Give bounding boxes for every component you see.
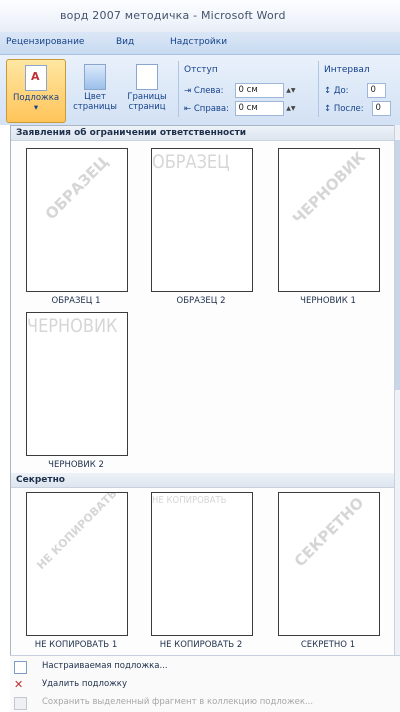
indent-group-title: Отступ	[184, 65, 218, 75]
watermark-caption: ЧЕРНОВИК 1	[300, 296, 356, 306]
spacing-after-icon: ↕	[324, 104, 332, 114]
custom-watermark-label: Настраиваемая подложка...	[42, 661, 168, 671]
watermark-text: ЧЕРНОВИК	[27, 315, 118, 337]
ribbon-separator	[178, 61, 179, 117]
spacing-group-title: Интервал	[324, 65, 370, 75]
remove-watermark-label: Удалить подложку	[42, 679, 127, 689]
indent-right-icon: ⇤	[184, 104, 192, 114]
spacing-after-input[interactable]: 0 пт	[371, 101, 391, 116]
section-heading-confidential: Секретно	[11, 473, 395, 488]
custom-watermark-item[interactable]: Настраиваемая подложка...	[10, 658, 400, 675]
page-color-label-2: страницы	[73, 102, 117, 112]
watermark-text: ОБРАЗЕЦ	[41, 152, 113, 224]
watermark-text: НЕ КОПИРОВАТЬ	[34, 492, 120, 573]
page-thumbnail: ЧЕРНОВИК	[278, 148, 380, 292]
dropdown-arrow-icon: ▾	[33, 103, 39, 113]
page-borders-icon	[136, 64, 158, 90]
watermark-label: Подложка	[12, 93, 60, 103]
indent-left-icon: ⇥	[184, 86, 192, 96]
page-color-icon	[84, 64, 106, 90]
watermark-icon: A	[25, 65, 47, 91]
watermark-text: ОБРАЗЕЦ	[152, 151, 230, 173]
indent-right-input[interactable]: 0 см	[234, 101, 284, 116]
scrollbar-thumb[interactable]	[395, 140, 400, 390]
indent-left-label: Слева:	[193, 86, 224, 96]
ribbon: A Подложка ▾ Цвет страницы Границы стран…	[0, 55, 400, 126]
tab-addins[interactable]: Надстройки	[170, 37, 227, 47]
watermark-text: НЕ КОПИРОВАТЬ	[152, 495, 227, 506]
ribbon-separator	[318, 61, 319, 117]
remove-watermark-item[interactable]: ✕ Удалить подложку	[10, 676, 400, 693]
remove-watermark-icon: ✕	[14, 678, 24, 691]
title-bar: ворд 2007 методичка - Microsoft Word	[0, 0, 400, 32]
save-selection-item: Сохранить выделенный фрагмент в коллекци…	[10, 694, 400, 711]
page-thumbnail: СЕКРЕТНО	[278, 492, 380, 636]
watermark-gallery: Заявления об ограничении ответственности…	[10, 125, 396, 657]
custom-watermark-icon	[14, 661, 27, 674]
spacing-before-icon: ↕	[324, 86, 332, 96]
spinner-icon[interactable]: ▲▼	[286, 105, 295, 112]
spinner-icon[interactable]: ▲▼	[286, 87, 295, 94]
spacing-before-row: ↕ До: 0 пт	[324, 83, 386, 98]
tab-view[interactable]: Вид	[116, 37, 134, 47]
watermark-button[interactable]: A Подложка ▾	[6, 59, 66, 123]
page-thumbnail: НЕ КОПИРОВАТЬ	[151, 492, 253, 636]
indent-left-input[interactable]: 0 см	[234, 83, 284, 98]
tab-review[interactable]: Рецензирование	[6, 37, 84, 47]
spacing-before-input[interactable]: 0 пт	[366, 83, 386, 98]
page-thumbnail: ОБРАЗЕЦ	[151, 148, 253, 292]
spacing-after-label: После:	[333, 104, 364, 114]
watermark-text: ЧЕРНОВИК	[289, 148, 369, 228]
indent-right-label: Справа:	[193, 104, 230, 114]
page-color-button[interactable]: Цвет страницы	[72, 59, 118, 121]
spacing-before-label: До:	[333, 86, 349, 96]
indent-right-row: ⇤ Справа: 0 см ▲▼	[184, 101, 295, 116]
page-color-label-1: Цвет	[84, 92, 106, 102]
save-selection-label: Сохранить выделенный фрагмент в коллекци…	[42, 697, 314, 707]
page-borders-label-1: Границы	[127, 92, 167, 102]
watermark-caption: ЧЕРНОВИК 2	[48, 460, 104, 470]
watermark-caption: ОБРАЗЕЦ 2	[176, 296, 226, 306]
page-thumbnail: НЕ КОПИРОВАТЬ	[26, 492, 128, 636]
watermark-caption: НЕ КОПИРОВАТЬ 2	[159, 640, 243, 650]
spacing-after-row: ↕ После: 0 пт	[324, 101, 391, 116]
page-thumbnail: ЧЕРНОВИК	[26, 312, 128, 456]
watermark-caption: НЕ КОПИРОВАТЬ 1	[34, 640, 118, 650]
page-borders-button[interactable]: Границы страниц	[122, 59, 172, 121]
document-edge	[0, 125, 10, 711]
ribbon-tabs: Рецензирование Вид Надстройки	[0, 32, 400, 55]
watermark-menu: Настраиваемая подложка... ✕ Удалить подл…	[10, 655, 400, 712]
watermark-caption: СЕКРЕТНО 1	[300, 640, 356, 650]
page-thumbnail: ОБРАЗЕЦ	[26, 148, 128, 292]
window-title: ворд 2007 методичка - Microsoft Word	[60, 9, 286, 22]
indent-left-row: ⇥ Слева: 0 см ▲▼	[184, 83, 295, 98]
watermark-text: СЕКРЕТНО	[290, 493, 368, 571]
save-selection-icon	[14, 697, 27, 710]
watermark-caption: ОБРАЗЕЦ 1	[51, 296, 101, 306]
page-borders-label-2: страниц	[128, 102, 166, 112]
section-heading-disclaimers: Заявления об ограничении ответственности	[11, 126, 395, 141]
